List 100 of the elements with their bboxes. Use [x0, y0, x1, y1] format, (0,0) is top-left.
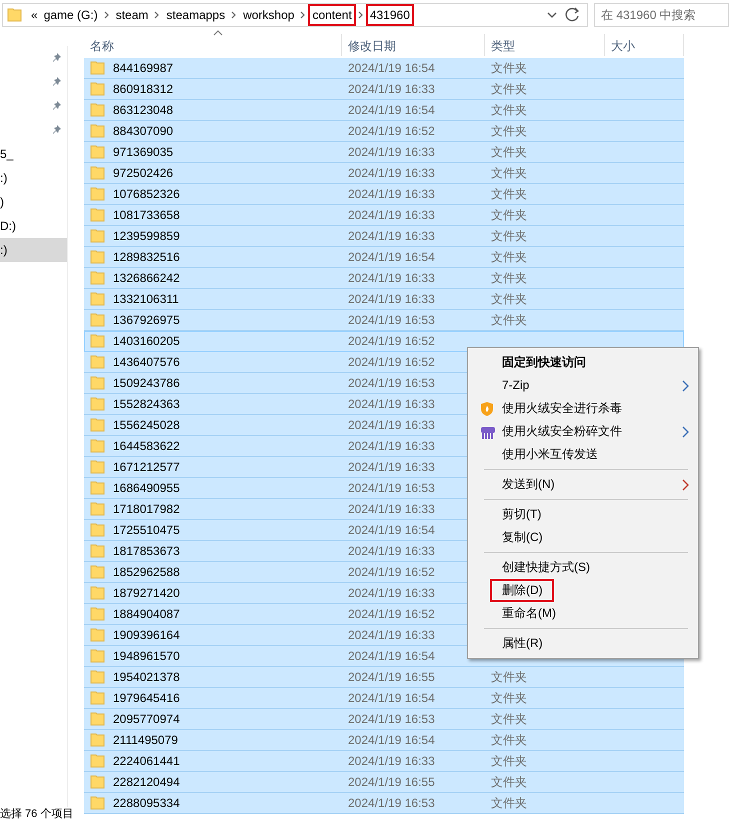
- file-row[interactable]: 2095770974 2024/1/19 16:53 文件夹: [84, 709, 684, 730]
- overflow-chevron[interactable]: «: [28, 5, 41, 25]
- folder-icon: [90, 501, 105, 517]
- file-name: 1289832516: [113, 249, 180, 266]
- file-name: 2282120494: [113, 774, 180, 791]
- column-header[interactable]: 名称: [84, 34, 342, 56]
- file-row[interactable]: 1332106311 2024/1/19 16:33 文件夹: [84, 289, 684, 310]
- file-type: 文件夹: [490, 124, 527, 138]
- file-name: 1367926975: [113, 312, 180, 329]
- file-name: 1979645416: [113, 690, 180, 707]
- file-row[interactable]: 863123048 2024/1/19 16:54 文件夹: [84, 100, 684, 121]
- file-name: 1644583622: [113, 438, 180, 455]
- file-type: 文件夹: [490, 775, 527, 789]
- folder-icon: [90, 564, 105, 580]
- file-row[interactable]: 884307090 2024/1/19 16:52 文件夹: [84, 121, 684, 142]
- modified-date: 2024/1/19 16:55: [347, 670, 435, 684]
- modified-date: 2024/1/19 16:33: [347, 82, 435, 96]
- breadcrumb[interactable]: workshop: [240, 5, 298, 25]
- pin-icon: [52, 100, 62, 112]
- file-row[interactable]: 1239599859 2024/1/19 16:33 文件夹: [84, 226, 684, 247]
- file-row[interactable]: 2288095334 2024/1/19 16:53 文件夹: [84, 793, 684, 814]
- file-row[interactable]: 1403160205 2024/1/19 16:52: [84, 331, 684, 352]
- file-name: 1326866242: [113, 270, 180, 287]
- pin-icon: [52, 76, 62, 88]
- file-name: 1332106311: [113, 291, 179, 308]
- modified-date: 2024/1/19 16:53: [347, 481, 435, 495]
- file-name: 844169987: [113, 60, 174, 77]
- column-header[interactable]: 类型: [485, 34, 605, 56]
- file-row[interactable]: 1954021378 2024/1/19 16:55 文件夹: [84, 667, 684, 688]
- modified-date: 2024/1/19 16:52: [347, 124, 435, 138]
- file-name: 971369035: [113, 144, 174, 161]
- folder-icon: [90, 270, 105, 286]
- breadcrumb[interactable]: steamapps: [163, 5, 228, 25]
- file-row[interactable]: 1289832516 2024/1/19 16:54 文件夹: [84, 247, 684, 268]
- file-name: 1909396164: [113, 627, 180, 644]
- file-type: 文件夹: [490, 754, 527, 768]
- modified-date: 2024/1/19 16:52: [347, 334, 435, 348]
- file-name: 1725510475: [113, 522, 180, 539]
- nav-item[interactable]: ): [0, 190, 67, 214]
- file-row[interactable]: 1979645416 2024/1/19 16:54 文件夹: [84, 688, 684, 709]
- folder-icon: [90, 165, 105, 181]
- folder-icon: [90, 627, 105, 643]
- nav-item[interactable]: :): [0, 238, 67, 262]
- nav-item[interactable]: D:): [0, 214, 67, 238]
- modified-date: 2024/1/19 16:53: [347, 313, 435, 327]
- folder-icon: [90, 249, 105, 265]
- modified-date: 2024/1/19 16:53: [347, 712, 435, 726]
- modified-date: 2024/1/19 16:33: [347, 460, 435, 474]
- modified-date: 2024/1/19 16:33: [347, 439, 435, 453]
- column-header[interactable]: 大小: [605, 34, 684, 56]
- breadcrumb[interactable]: steam: [112, 5, 152, 25]
- folder-icon: [90, 648, 105, 664]
- file-row[interactable]: 1326866242 2024/1/19 16:33 文件夹: [84, 268, 684, 289]
- file-name: 1948961570: [113, 648, 180, 665]
- file-type: 文件夹: [490, 229, 527, 243]
- modified-date: 2024/1/19 16:54: [347, 733, 435, 747]
- modified-date: 2024/1/19 16:33: [347, 271, 435, 285]
- file-type: 文件夹: [490, 712, 527, 726]
- folder-icon: [90, 228, 105, 244]
- file-name: 863123048: [113, 102, 174, 119]
- folder-icon: [90, 459, 105, 475]
- file-type: 文件夹: [490, 145, 527, 159]
- file-row[interactable]: 860918312 2024/1/19 16:33 文件夹: [84, 79, 684, 100]
- file-type: 文件夹: [490, 313, 527, 327]
- file-row[interactable]: 2111495079 2024/1/19 16:54 文件夹: [84, 730, 684, 751]
- file-name: 1879271420: [113, 585, 180, 602]
- breadcrumb[interactable]: content: [309, 5, 355, 25]
- folder-icon: [90, 522, 105, 538]
- file-row[interactable]: 1367926975 2024/1/19 16:53 文件夹: [84, 310, 684, 331]
- modified-date: 2024/1/19 16:52: [347, 355, 435, 369]
- modified-date: 2024/1/19 16:54: [347, 523, 435, 537]
- file-name: 1552824363: [113, 396, 180, 413]
- folder-icon: [90, 102, 105, 118]
- search-field[interactable]: 在 431960 中搜索: [594, 3, 729, 27]
- shredder-icon: [480, 424, 496, 440]
- file-row[interactable]: 2224061441 2024/1/19 16:33 文件夹: [84, 751, 684, 772]
- folder-icon: [90, 543, 105, 559]
- file-row[interactable]: 971369035 2024/1/19 16:33 文件夹: [84, 142, 684, 163]
- file-row[interactable]: 2282120494 2024/1/19 16:55 文件夹: [84, 772, 684, 793]
- folder-icon: [90, 690, 105, 706]
- file-type: 文件夹: [490, 670, 527, 684]
- folder-icon: [90, 417, 105, 433]
- column-header[interactable]: 修改日期: [342, 34, 485, 56]
- folder-icon: [90, 291, 105, 307]
- file-type: 文件夹: [490, 82, 527, 96]
- nav-item[interactable]: :): [0, 166, 67, 190]
- nav-item[interactable]: 5_: [0, 142, 67, 166]
- file-row[interactable]: 1076852326 2024/1/19 16:33 文件夹: [84, 184, 684, 205]
- modified-date: 2024/1/19 16:33: [347, 166, 435, 180]
- modified-date: 2024/1/19 16:33: [347, 208, 435, 222]
- file-row[interactable]: 972502426 2024/1/19 16:33 文件夹: [84, 163, 684, 184]
- file-row[interactable]: 1081733658 2024/1/19 16:33 文件夹: [84, 205, 684, 226]
- address-bar[interactable]: « game (G:) steam steamapps workshop content 431960: [2, 3, 588, 27]
- breadcrumb[interactable]: game (G:): [40, 5, 101, 25]
- folder-icon: [90, 438, 105, 454]
- file-name: 1076852326: [113, 186, 180, 203]
- folder-icon: [90, 81, 105, 97]
- folder-icon: [7, 7, 22, 23]
- file-row[interactable]: 844169987 2024/1/19 16:54 文件夹: [84, 58, 684, 79]
- breadcrumb[interactable]: 431960: [366, 5, 413, 25]
